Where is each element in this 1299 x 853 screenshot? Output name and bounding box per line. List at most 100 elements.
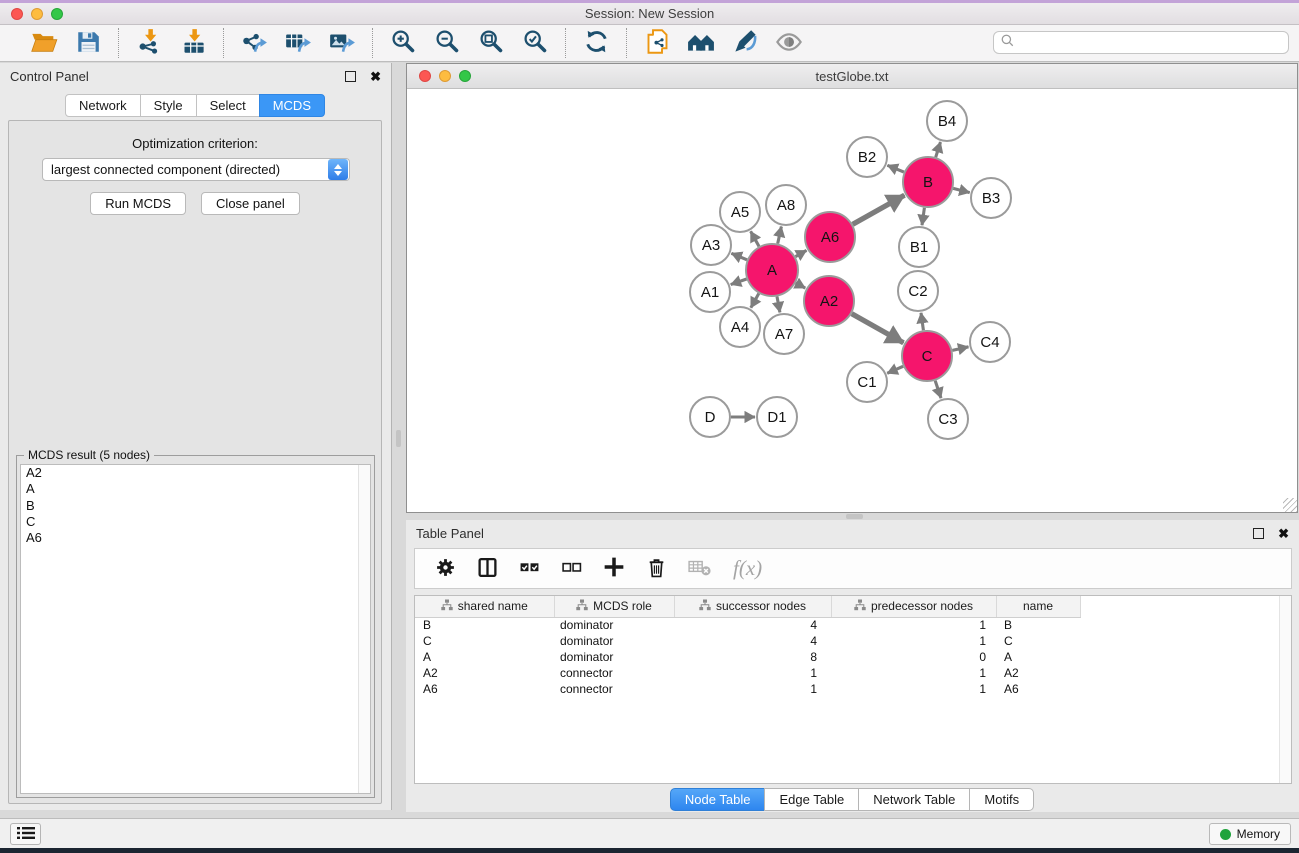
tab-select[interactable]: Select xyxy=(196,94,260,117)
table-cell[interactable]: B xyxy=(996,617,1080,633)
tab-mcds[interactable]: MCDS xyxy=(259,94,325,117)
graph-edge-B-B2[interactable] xyxy=(887,165,904,172)
network-canvas[interactable]: B4B2BB3A5A8A6A3B1AA1C2A2A4A7C4CC1C3DD1 xyxy=(407,89,1297,512)
tab-style[interactable]: Style xyxy=(140,94,197,117)
run-mcds-button[interactable]: Run MCDS xyxy=(90,192,186,215)
show-home-button[interactable] xyxy=(686,28,716,58)
deselect-all-button[interactable] xyxy=(561,557,582,581)
table-cell[interactable]: C xyxy=(415,633,554,649)
optimization-criterion-select[interactable]: largest connected component (directed) xyxy=(42,158,350,181)
zoom-selected-button[interactable] xyxy=(520,28,550,58)
table-row[interactable]: Adominator80A xyxy=(415,649,1081,665)
table-cell[interactable]: 1 xyxy=(831,617,996,633)
add-button[interactable] xyxy=(603,557,625,581)
graph-edge-A-A6[interactable] xyxy=(796,250,807,256)
zoom-fit-button[interactable] xyxy=(476,28,506,58)
graph-edge-A-A2[interactable] xyxy=(796,283,806,288)
mcds-result-item[interactable]: C xyxy=(21,514,370,530)
graph-edge-A-A7[interactable] xyxy=(777,297,780,313)
table-row[interactable]: A6connector11A6 xyxy=(415,681,1081,697)
table-cell[interactable]: 1 xyxy=(674,665,831,681)
float-panel-icon[interactable] xyxy=(345,71,356,82)
graph-edge-C-C2[interactable] xyxy=(921,313,923,330)
table-cell[interactable]: 4 xyxy=(674,617,831,633)
close-table-panel-icon[interactable]: ✖ xyxy=(1278,527,1289,540)
import-network-button[interactable] xyxy=(134,28,164,58)
table-cell[interactable]: connector xyxy=(554,681,674,697)
table-cell[interactable]: connector xyxy=(554,665,674,681)
graph-edge-B-B3[interactable] xyxy=(953,188,970,192)
gear-button[interactable] xyxy=(435,557,456,581)
graph-edge-A-A3[interactable] xyxy=(731,253,747,259)
trash-button[interactable] xyxy=(646,557,667,581)
table-cell[interactable]: 1 xyxy=(831,665,996,681)
result-scrollbar[interactable] xyxy=(358,465,370,793)
table-row[interactable]: A2connector11A2 xyxy=(415,665,1081,681)
zoom-in-button[interactable] xyxy=(388,28,418,58)
memory-button[interactable]: Memory xyxy=(1209,823,1291,845)
graph-edge-B-B1[interactable] xyxy=(922,208,924,225)
save-session-button[interactable] xyxy=(73,28,103,58)
mcds-result-item[interactable]: A6 xyxy=(21,530,370,546)
table-cell[interactable]: A2 xyxy=(996,665,1080,681)
graph-edge-A-A1[interactable] xyxy=(731,279,747,285)
table-cell[interactable]: dominator xyxy=(554,649,674,665)
table-cell[interactable]: A6 xyxy=(415,681,554,697)
tab-node-table[interactable]: Node Table xyxy=(670,788,766,811)
task-history-button[interactable] xyxy=(10,823,41,845)
graph-edge-B-B4[interactable] xyxy=(936,142,941,157)
graph-edge-A-A4[interactable] xyxy=(751,294,759,308)
table-scrollbar[interactable] xyxy=(1279,596,1291,783)
column-header[interactable]: predecessor nodes xyxy=(831,596,996,617)
table-cell[interactable]: dominator xyxy=(554,617,674,633)
graph-edge-C-C3[interactable] xyxy=(935,381,941,398)
tab-edge-table[interactable]: Edge Table xyxy=(764,788,859,811)
network-minimize-button[interactable] xyxy=(439,70,451,82)
column-header[interactable]: MCDS role xyxy=(554,596,674,617)
graph-edge-C-C1[interactable] xyxy=(887,366,903,373)
mcds-result-item[interactable]: B xyxy=(21,498,370,514)
search-field[interactable] xyxy=(993,31,1289,54)
duplicate-network-button[interactable] xyxy=(642,28,672,58)
table-cell[interactable]: 1 xyxy=(674,681,831,697)
column-header[interactable]: successor nodes xyxy=(674,596,831,617)
network-close-button[interactable] xyxy=(419,70,431,82)
table-cell[interactable]: 1 xyxy=(831,681,996,697)
table-cell[interactable]: A xyxy=(415,649,554,665)
zoom-out-button[interactable] xyxy=(432,28,462,58)
table-cell[interactable]: B xyxy=(415,617,554,633)
column-header[interactable]: name xyxy=(996,596,1080,617)
close-panel-button[interactable]: Close panel xyxy=(201,192,300,215)
table-cell[interactable]: 1 xyxy=(831,633,996,649)
graph-edge-A-A8[interactable] xyxy=(778,227,782,244)
table-cell[interactable]: A2 xyxy=(415,665,554,681)
graph-edge-C-C4[interactable] xyxy=(952,347,968,351)
mcds-result-item[interactable]: A2 xyxy=(21,465,370,481)
table-cell[interactable]: 4 xyxy=(674,633,831,649)
eye-button[interactable] xyxy=(774,28,804,58)
tab-network[interactable]: Network xyxy=(65,94,141,117)
resize-grip-icon[interactable] xyxy=(1283,498,1297,512)
graph-edge-A2-C[interactable] xyxy=(852,314,904,343)
export-image-button[interactable] xyxy=(327,28,357,58)
table-row[interactable]: Bdominator41B xyxy=(415,617,1081,633)
network-window-titlebar[interactable]: testGlobe.txt xyxy=(407,64,1297,89)
float-table-panel-icon[interactable] xyxy=(1253,528,1264,539)
horizontal-split-handle[interactable] xyxy=(846,514,863,519)
table-cell[interactable]: A xyxy=(996,649,1080,665)
close-panel-icon[interactable]: ✖ xyxy=(370,70,381,83)
tab-network-table[interactable]: Network Table xyxy=(858,788,970,811)
search-input[interactable] xyxy=(1019,36,1282,50)
vertical-split-handle[interactable] xyxy=(396,430,401,447)
close-window-button[interactable] xyxy=(11,8,23,20)
export-network-button[interactable] xyxy=(239,28,269,58)
table-row[interactable]: Cdominator41C xyxy=(415,633,1081,649)
mcds-result-list[interactable]: A2ABCA6 xyxy=(20,464,371,794)
select-all-button[interactable] xyxy=(519,557,540,581)
table-cell[interactable]: dominator xyxy=(554,633,674,649)
refresh-layout-button[interactable] xyxy=(581,28,611,58)
show-graphics-details-button[interactable] xyxy=(730,28,760,58)
table-cell[interactable]: C xyxy=(996,633,1080,649)
network-zoom-button[interactable] xyxy=(459,70,471,82)
column-header[interactable]: shared name xyxy=(415,596,554,617)
